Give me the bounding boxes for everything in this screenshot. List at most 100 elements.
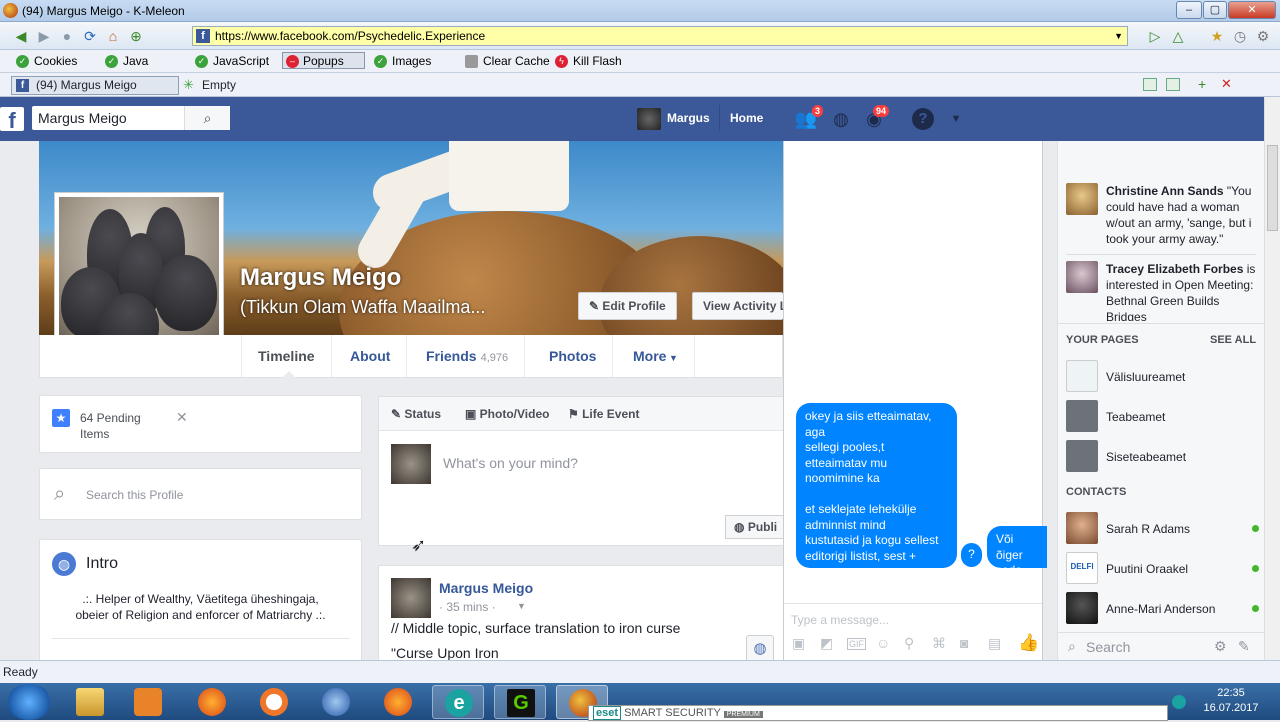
go-icon[interactable]: ⊕ xyxy=(127,27,145,45)
header-username[interactable]: Margus xyxy=(667,111,710,125)
page-item[interactable]: Välisluureamet xyxy=(1066,360,1261,392)
photo-video-tab[interactable]: ▣ Photo/Video xyxy=(465,407,549,421)
sticker-icon[interactable]: ◩ xyxy=(820,635,833,652)
status-tab[interactable]: ✎ Status xyxy=(391,407,441,421)
edit-profile-button[interactable]: ✎ Edit Profile xyxy=(578,292,677,320)
help-icon[interactable]: ? xyxy=(912,108,934,130)
java-toggle[interactable]: ✓ Java xyxy=(105,53,148,70)
window-title: (94) Margus Meigo - K-Meleon xyxy=(22,4,185,18)
history-icon[interactable]: ◷ xyxy=(1231,27,1249,45)
maximize-button[interactable]: ▢ xyxy=(1203,1,1227,19)
post-avatar[interactable] xyxy=(391,578,431,618)
contact-item[interactable]: Sarah R Adams xyxy=(1066,512,1261,544)
go-arrow-icon[interactable]: ▷ xyxy=(1146,27,1164,45)
clear-cache-button[interactable]: Clear Cache xyxy=(465,53,550,70)
gif-icon[interactable]: GIF xyxy=(847,638,866,650)
ticker-item[interactable]: Tracey Elizabeth Forbes is interested in… xyxy=(1066,261,1261,321)
browser-tab[interactable]: f (94) Margus Meigo xyxy=(11,76,179,95)
tab-about[interactable]: About xyxy=(334,335,408,377)
empty-tab-label[interactable]: Empty xyxy=(202,78,236,92)
facebook-search-input[interactable]: Margus Meigo ⌕ xyxy=(32,106,230,130)
eset-taskbar-button[interactable]: e xyxy=(432,685,484,719)
tab-more[interactable]: More ▼ xyxy=(617,335,695,377)
life-event-tab[interactable]: ⚑ Life Event xyxy=(568,407,639,421)
start-button[interactable] xyxy=(6,684,52,720)
ticker-item[interactable]: Christine Ann Sands "You could have had … xyxy=(1066,183,1261,251)
message-input[interactable]: Type a message... xyxy=(791,613,889,627)
like-thumb-icon[interactable]: 👍 xyxy=(1018,633,1039,653)
page-avatar xyxy=(1066,440,1098,472)
home-icon[interactable]: ⌂ xyxy=(104,27,122,45)
home-link[interactable]: Home xyxy=(730,111,763,125)
online-indicator xyxy=(1252,605,1259,612)
page-item[interactable]: Siseteabeamet xyxy=(1066,440,1261,472)
view-activity-log-button[interactable]: View Activity L xyxy=(692,292,783,320)
close-tab-icon[interactable]: ✕ xyxy=(1221,76,1232,92)
up-icon[interactable]: △ xyxy=(1169,27,1187,45)
system-clock[interactable]: 22:35 16.07.2017 xyxy=(1200,686,1262,716)
emoji-icon[interactable]: ☺ xyxy=(876,635,890,651)
tab-save-icon[interactable] xyxy=(1166,78,1180,91)
close-window-button[interactable]: ✕ xyxy=(1228,1,1276,19)
stop-icon[interactable]: ● xyxy=(58,27,76,45)
contacts-heading: CONTACTS xyxy=(1066,486,1127,498)
thunderbird-taskbar-button[interactable] xyxy=(310,685,362,719)
audience-button[interactable]: ◍ Publi xyxy=(725,515,785,539)
tab-window-icon[interactable] xyxy=(1143,78,1157,91)
firefox-2-taskbar-button[interactable] xyxy=(372,685,424,719)
avatar xyxy=(1066,592,1098,624)
back-icon[interactable]: ◀ xyxy=(12,27,30,45)
contact-item[interactable]: Anne-Mari Anderson xyxy=(1066,592,1261,624)
chat-search-input[interactable]: Search xyxy=(1086,639,1130,655)
new-tab-icon[interactable]: + xyxy=(1198,76,1206,92)
facebook-logo-icon[interactable]: f xyxy=(0,107,24,133)
photo-icon[interactable]: ▣ xyxy=(792,635,805,652)
eset-tray-icon[interactable] xyxy=(1172,695,1186,709)
pending-items-link[interactable]: 64 Pending Items xyxy=(80,410,160,442)
scrollbar-thumb[interactable] xyxy=(1267,145,1278,231)
divider xyxy=(52,638,350,639)
media-player-taskbar-button[interactable] xyxy=(122,685,174,719)
gpu-taskbar-button[interactable]: G xyxy=(494,685,546,719)
kill-flash-button[interactable]: ϟ Kill Flash xyxy=(555,53,622,70)
javascript-toggle[interactable]: ✓ JavaScript xyxy=(195,53,269,70)
eset-notification[interactable]: eset SMART SECURITY PREMIUM xyxy=(588,705,1168,721)
tab-photos[interactable]: Photos xyxy=(533,335,614,377)
camera-icon[interactable]: ◙ xyxy=(960,635,968,651)
images-toggle[interactable]: ✓ Images xyxy=(374,53,431,70)
bookmark-star-icon[interactable]: ★ xyxy=(1208,27,1226,45)
cookies-toggle[interactable]: ✓ Cookies xyxy=(16,53,77,70)
popups-toggle[interactable]: – Popups xyxy=(282,52,365,69)
avast-taskbar-button[interactable] xyxy=(248,685,300,719)
gear-icon[interactable]: ⚙ xyxy=(1214,638,1227,655)
page-item[interactable]: Teabeamet xyxy=(1066,400,1261,432)
post-time[interactable]: · 35 mins · xyxy=(439,600,496,614)
game-icon[interactable]: ⌘ xyxy=(932,635,946,652)
calendar-icon[interactable]: ▤ xyxy=(988,635,1001,652)
minimize-button[interactable]: – xyxy=(1176,1,1202,19)
search-profile-input[interactable]: Search this Profile xyxy=(86,488,183,502)
reload-icon[interactable]: ⟳ xyxy=(81,27,99,45)
firefox-taskbar-button[interactable] xyxy=(186,685,238,719)
page-scrollbar[interactable] xyxy=(1264,97,1280,660)
tab-friends[interactable]: Friends 4,976 xyxy=(410,335,526,377)
account-menu-icon[interactable]: ▼ xyxy=(944,107,968,131)
url-dropdown-icon[interactable]: ▼ xyxy=(1114,27,1123,45)
forward-icon[interactable]: ▶ xyxy=(35,27,53,45)
privacy-chevron-icon[interactable]: ▼ xyxy=(517,601,526,611)
search-icon[interactable]: ⌕ xyxy=(184,106,230,130)
contact-item[interactable]: DELFI Puutini Oraakel xyxy=(1066,552,1261,584)
avatar[interactable] xyxy=(637,108,661,130)
close-icon[interactable]: ✕ xyxy=(176,409,188,426)
see-all-link[interactable]: SEE ALL xyxy=(1210,334,1256,346)
url-bar[interactable]: f https://www.facebook.com/Psychedelic.E… xyxy=(192,26,1128,46)
composer-input[interactable]: What's on your mind? xyxy=(443,455,578,471)
attach-icon[interactable]: ⚲ xyxy=(904,635,914,652)
composer-card: ✎ Status ▣ Photo/Video ⚑ Life Event What… xyxy=(378,396,785,546)
settings-icon[interactable]: ⚙ xyxy=(1254,27,1272,45)
messenger-icon[interactable]: ◍ xyxy=(829,107,853,131)
translate-globe-icon[interactable]: ◍ xyxy=(746,635,774,663)
post-author[interactable]: Margus Meigo xyxy=(439,580,533,596)
compose-icon[interactable]: ✎ xyxy=(1238,638,1250,655)
explorer-taskbar-button[interactable] xyxy=(64,685,116,719)
